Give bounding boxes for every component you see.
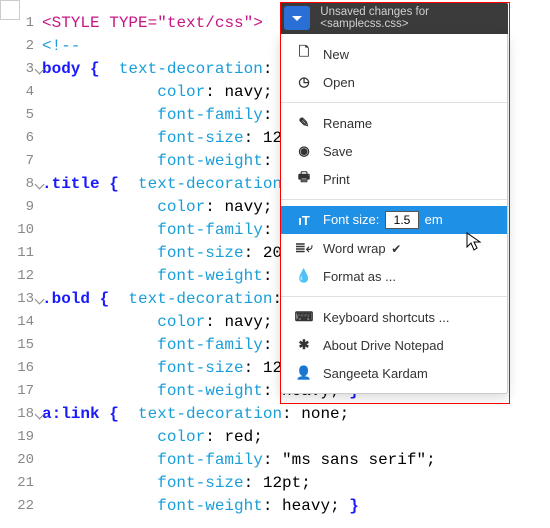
save-icon: ◉ — [295, 143, 313, 159]
fontsize-unit: em — [425, 212, 443, 227]
line-number: 17 — [0, 380, 42, 403]
file-icon: 🗋 — [295, 43, 313, 65]
menu-header: Unsaved changes for <samplecss.css> — [280, 2, 508, 34]
code-line: 21 font-size: 12pt; — [0, 472, 550, 495]
line-number: 13 — [0, 288, 42, 311]
fontsize-input[interactable] — [385, 211, 419, 229]
menu-item-rename[interactable]: ✎ Rename — [281, 109, 507, 137]
line-number: 19 — [0, 426, 42, 449]
tint-icon: 💧 — [295, 268, 313, 284]
line-number: 14 — [0, 311, 42, 334]
line-number: 16 — [0, 357, 42, 380]
menu-trigger-button[interactable] — [284, 6, 310, 30]
caret-down-icon — [292, 16, 302, 21]
line-number: 2 — [0, 35, 42, 58]
menu-separator — [281, 199, 507, 200]
line-number: 3 — [0, 58, 42, 81]
line-number: 9 — [0, 196, 42, 219]
line-number: 8 — [0, 173, 42, 196]
line-number: 12 — [0, 265, 42, 288]
menu-item-wordwrap[interactable]: ≣⤶ Word wrap ✔ — [281, 234, 507, 262]
check-icon: ✔ — [391, 242, 401, 256]
menu-separator — [281, 296, 507, 297]
menu-body: 🗋 New ◷ Open ✎ Rename ◉ Save 🖶 Print ıT … — [280, 34, 508, 394]
text-height-icon: ıT — [295, 213, 313, 228]
menu-item-save[interactable]: ◉ Save — [281, 137, 507, 165]
line-number: 1 — [0, 12, 42, 35]
line-number: 5 — [0, 104, 42, 127]
edit-icon: ✎ — [295, 115, 313, 131]
menu-item-about[interactable]: ✱ About Drive Notepad — [281, 331, 507, 359]
code-line: 22 font-weight: heavy; } — [0, 495, 550, 518]
line-number: 4 — [0, 81, 42, 104]
user-icon: 👤 — [295, 365, 313, 381]
line-number: 7 — [0, 150, 42, 173]
asterisk-icon: ✱ — [295, 337, 313, 353]
menu-item-print[interactable]: 🖶 Print — [281, 165, 507, 193]
menu-item-fontsize[interactable]: ıT Font size: em — [281, 206, 507, 234]
menu-item-open[interactable]: ◷ Open — [281, 68, 507, 96]
line-number: 20 — [0, 449, 42, 472]
wrap-icon: ≣⤶ — [295, 240, 313, 256]
print-icon: 🖶 — [295, 168, 313, 190]
line-number: 15 — [0, 334, 42, 357]
code-line: 19 color: red; — [0, 426, 550, 449]
line-number: 18 — [0, 403, 42, 426]
unsaved-changes-label: Unsaved changes for <samplecss.css> — [320, 6, 508, 30]
dropdown-menu: Unsaved changes for <samplecss.css> 🗋 Ne… — [280, 2, 508, 394]
fontsize-label: Font size: — [323, 212, 379, 227]
menu-item-user[interactable]: 👤 Sangeeta Kardam — [281, 359, 507, 387]
line-number: 6 — [0, 127, 42, 150]
line-number: 22 — [0, 495, 42, 518]
menu-item-new[interactable]: 🗋 New — [281, 40, 507, 68]
keyboard-icon: ⌨ — [295, 309, 313, 325]
menu-separator — [281, 102, 507, 103]
menu-item-formatas[interactable]: 💧 Format as ... — [281, 262, 507, 290]
menu-item-shortcuts[interactable]: ⌨ Keyboard shortcuts ... — [281, 303, 507, 331]
code-line: 20 font-family: "ms sans serif"; — [0, 449, 550, 472]
line-number: 10 — [0, 219, 42, 242]
code-line: 18a:link { text-decoration: none; — [0, 403, 550, 426]
clock-icon: ◷ — [295, 74, 313, 90]
line-number: 21 — [0, 472, 42, 495]
wordwrap-label: Word wrap — [323, 241, 386, 256]
line-number: 11 — [0, 242, 42, 265]
